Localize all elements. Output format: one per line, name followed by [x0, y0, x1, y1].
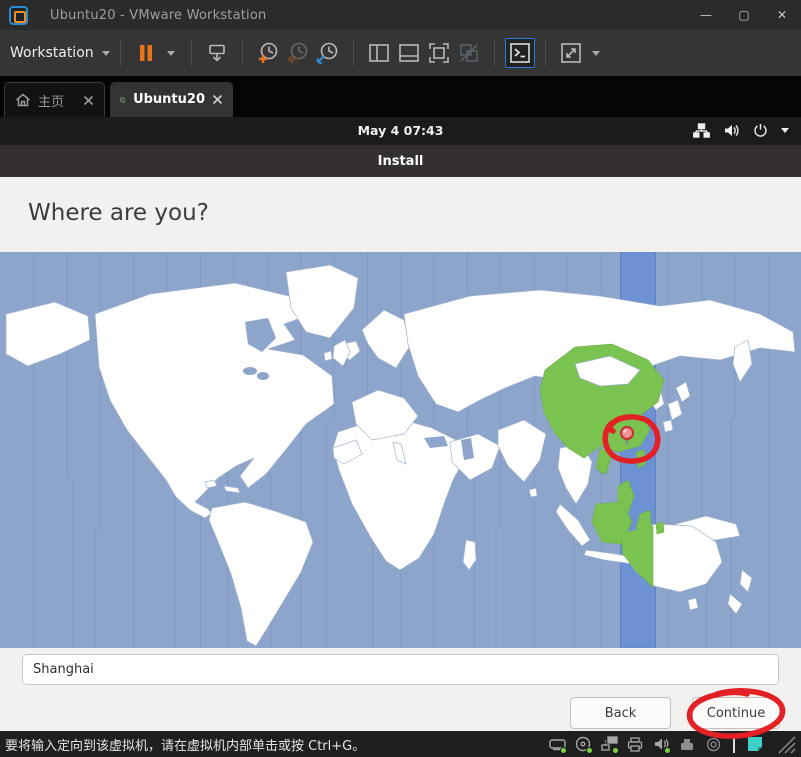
vm-running-icon: [120, 97, 126, 102]
device-connected-dot: [664, 747, 671, 754]
chevron-down-icon[interactable]: [591, 50, 600, 56]
show-library-icon: [368, 44, 389, 62]
timezone-input[interactable]: [22, 654, 779, 685]
statusbar-separator: [733, 735, 735, 753]
installer-titlebar: Install: [0, 143, 801, 177]
take-snapshot-button[interactable]: [253, 38, 283, 68]
device-connected-dot: [586, 747, 593, 754]
fit-guest-icon: [560, 43, 581, 63]
take-snapshot-icon: [258, 42, 277, 63]
toolbar-separator: [190, 40, 192, 66]
ubuntu-top-panel: May 4 07:43: [0, 117, 801, 143]
device-connected-dot: [612, 747, 619, 754]
revert-snapshot-button[interactable]: [283, 38, 313, 68]
tab-ubuntu20[interactable]: Ubuntu20: [110, 82, 233, 117]
show-thumbnails-icon: [398, 44, 419, 62]
toolbar-separator: [241, 40, 243, 66]
power-icon[interactable]: [753, 123, 768, 138]
unity-mode-icon: [459, 44, 478, 62]
continue-button[interactable]: Continue: [692, 697, 780, 729]
world-map[interactable]: [0, 251, 801, 649]
snapshot-manager-icon: [316, 42, 337, 64]
printer-icon[interactable]: [625, 735, 645, 753]
status-message: 要将输入定向到该虚拟机，请在虚拟机内部单击或按 Ctrl+G。: [5, 738, 366, 754]
pause-power-button[interactable]: [131, 38, 161, 68]
device-connected-dot: [560, 747, 567, 754]
workstation-menu-label: Workstation: [10, 45, 94, 61]
window-title: Ubuntu20 - VMware Workstation: [50, 7, 267, 23]
chevron-down-icon: [101, 50, 110, 56]
message-log-icon[interactable]: [745, 735, 765, 753]
close-tab-icon[interactable]: [212, 94, 223, 105]
toolbar-separator: [493, 40, 495, 66]
toolbar-separator: [352, 40, 354, 66]
toolbar-separator: [544, 40, 546, 66]
dial-icon[interactable]: [703, 735, 723, 753]
installer-title: Install: [377, 153, 424, 169]
chevron-down-icon[interactable]: [781, 127, 789, 133]
harddisk-icon[interactable]: [547, 735, 567, 754]
toolbar: Workstation: [0, 30, 801, 76]
title-bar: Ubuntu20 - VMware Workstation — ▢ ✕: [0, 0, 801, 30]
maximize-button[interactable]: ▢: [725, 0, 763, 30]
close-tab-icon[interactable]: [83, 95, 94, 106]
usb-device-icon[interactable]: [677, 735, 697, 753]
back-button[interactable]: Back: [570, 697, 671, 729]
chevron-down-icon[interactable]: [166, 50, 175, 56]
minimize-button[interactable]: —: [687, 0, 725, 30]
network-icon[interactable]: [693, 122, 710, 138]
vm-screen: May 4 07:43 Install Where are you? Shang…: [0, 117, 801, 731]
fullscreen-icon: [428, 43, 449, 63]
status-bar: 要将输入定向到该虚拟机，请在虚拟机内部单击或按 Ctrl+G。: [0, 731, 801, 757]
console-view-icon: [509, 43, 530, 63]
vmware-window: Ubuntu20 - VMware Workstation — ▢ ✕ Work…: [0, 0, 801, 757]
workstation-menu[interactable]: Workstation: [10, 45, 110, 61]
tab-label: Ubuntu20: [133, 92, 205, 107]
snapshot-manager-button[interactable]: [313, 38, 343, 68]
home-icon: [16, 93, 30, 107]
pause-power-icon: [139, 45, 152, 61]
tab-label: 主页: [38, 94, 65, 110]
console-view-button[interactable]: [504, 38, 535, 68]
show-library-button[interactable]: [364, 38, 394, 68]
grab-input-button[interactable]: [202, 38, 232, 68]
timezone-map[interactable]: [0, 251, 801, 649]
network-adapter-icon[interactable]: [599, 735, 619, 754]
fit-guest-button[interactable]: [556, 38, 586, 68]
fullscreen-button[interactable]: [424, 38, 454, 68]
clock[interactable]: May 4 07:43: [0, 123, 801, 138]
unity-mode-button[interactable]: [454, 38, 484, 68]
toolbar-separator: [119, 40, 121, 66]
page-title: Where are you?: [28, 200, 209, 226]
sound-icon[interactable]: [651, 735, 671, 754]
tab-bar: 主页 Ubuntu20: [0, 76, 801, 117]
grab-input-icon: [208, 44, 225, 62]
tab-home[interactable]: 主页: [4, 82, 105, 117]
cdrom-icon[interactable]: [573, 735, 593, 754]
revert-snapshot-icon: [286, 42, 307, 64]
volume-icon[interactable]: [723, 123, 740, 138]
close-button[interactable]: ✕: [763, 0, 801, 30]
show-thumbnails-button[interactable]: [394, 38, 424, 68]
resize-grip[interactable]: [773, 733, 797, 755]
vmware-logo-icon: [9, 5, 28, 25]
